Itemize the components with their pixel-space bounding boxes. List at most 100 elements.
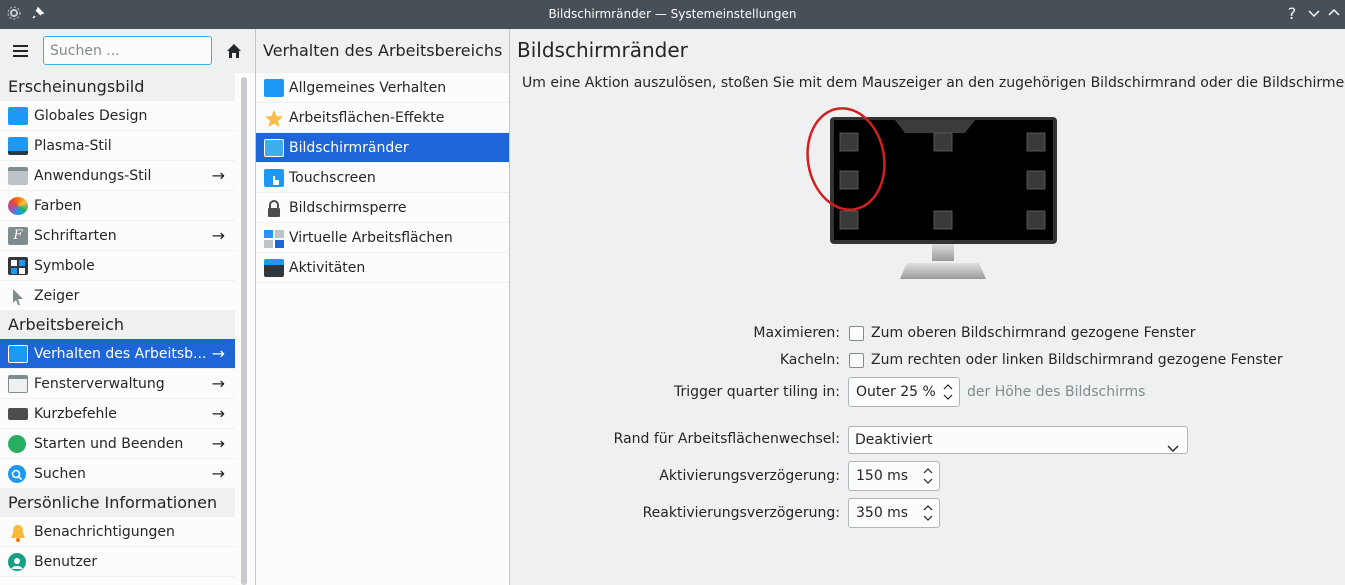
tile-checkbox-label[interactable]: Zum rechten oder linken Bildschirmrand g… bbox=[871, 352, 1283, 368]
monitor-stand-neck bbox=[932, 243, 954, 261]
edge-bottom[interactable] bbox=[933, 210, 953, 230]
screen-edges-monitor-preview bbox=[805, 103, 1065, 293]
sidebar-item-notifications[interactable]: Benachrichtigungen bbox=[0, 517, 235, 547]
sidebar-item-plasma-style[interactable]: Plasma-Stil bbox=[0, 131, 235, 161]
tile-checkbox[interactable] bbox=[849, 353, 864, 368]
general-behavior-icon bbox=[264, 79, 284, 97]
spin-updown-icon[interactable] bbox=[923, 504, 933, 522]
subcategory-panel: Verhalten des Arbeitsbereichs Allgemeine… bbox=[256, 29, 510, 585]
lock-icon bbox=[264, 199, 284, 217]
sidebar-header bbox=[0, 29, 255, 73]
screen-edges-icon bbox=[264, 139, 284, 157]
mid-item-virtual-desktops[interactable]: Virtuelle Arbeitsflächen bbox=[256, 223, 509, 253]
hamburger-menu-icon[interactable] bbox=[13, 45, 28, 57]
sidebar-item-startup-shutdown[interactable]: Starten und Beenden → bbox=[0, 429, 235, 459]
mid-item-general-behavior[interactable]: Allgemeines Verhalten bbox=[256, 73, 509, 103]
desktop-switch-combobox[interactable]: Deaktiviert bbox=[848, 426, 1188, 454]
edge-top[interactable] bbox=[933, 132, 953, 152]
monitor-stand-base bbox=[900, 263, 986, 279]
help-button[interactable]: ? bbox=[1284, 6, 1300, 22]
page-title: Bildschirmränder bbox=[517, 38, 688, 62]
global-theme-icon bbox=[8, 107, 28, 125]
edge-bottom-left[interactable] bbox=[839, 210, 859, 230]
maximize-label: Maximieren: bbox=[753, 325, 840, 341]
sidebar-item-window-management[interactable]: Fensterverwaltung → bbox=[0, 369, 235, 399]
home-icon[interactable] bbox=[226, 43, 242, 59]
spin-updown-icon[interactable] bbox=[923, 467, 933, 485]
keyboard-icon bbox=[8, 408, 28, 420]
tile-label: Kacheln: bbox=[779, 352, 840, 368]
sidebar-item-cursors[interactable]: Zeiger bbox=[0, 281, 235, 311]
edge-bottom-right[interactable] bbox=[1026, 210, 1046, 230]
window-management-icon bbox=[8, 375, 28, 393]
quarter-tiling-spinbox[interactable]: Outer 25 % bbox=[848, 377, 960, 407]
sidebar: Erscheinungsbild Globales Design Plasma-… bbox=[0, 29, 256, 585]
sidebar-group-personal: Persönliche Informationen bbox=[0, 489, 235, 517]
maximize-button[interactable] bbox=[1326, 6, 1342, 22]
sidebar-item-shortcuts[interactable]: Kurzbefehle → bbox=[0, 399, 235, 429]
edge-top-right[interactable] bbox=[1026, 132, 1046, 152]
arrow-right-icon: → bbox=[211, 374, 225, 393]
reactivation-delay-label: Reaktivierungsverzögerung: bbox=[642, 505, 840, 521]
activation-delay-label: Aktivierungsverzögerung: bbox=[659, 468, 840, 484]
colors-icon bbox=[8, 197, 28, 215]
sidebar-list: Erscheinungsbild Globales Design Plasma-… bbox=[0, 73, 235, 577]
sidebar-item-fonts[interactable]: F Schriftarten → bbox=[0, 221, 235, 251]
mid-item-screen-lock[interactable]: Bildschirmsperre bbox=[256, 193, 509, 223]
sidebar-item-icons[interactable]: Symbole bbox=[0, 251, 235, 281]
arrow-right-icon: → bbox=[211, 404, 225, 423]
icons-icon bbox=[8, 257, 28, 275]
edge-top-left[interactable] bbox=[839, 132, 859, 152]
app-style-icon bbox=[8, 167, 28, 185]
activities-icon bbox=[264, 259, 284, 277]
plasma-style-icon bbox=[8, 137, 28, 155]
rocket-icon bbox=[8, 435, 26, 453]
search-icon bbox=[8, 465, 26, 483]
main-content: Bildschirmränder Um eine Aktion auszulös… bbox=[510, 29, 1345, 585]
bell-icon bbox=[8, 523, 28, 542]
subcategory-title: Verhalten des Arbeitsbereichs bbox=[256, 29, 509, 73]
reactivation-delay-spinbox[interactable]: 350 ms bbox=[848, 498, 940, 528]
mid-item-desktop-effects[interactable]: Arbeitsflächen-Effekte bbox=[256, 103, 509, 133]
mid-item-activities[interactable]: Aktivitäten bbox=[256, 253, 509, 283]
minimize-button[interactable] bbox=[1306, 6, 1322, 22]
quarter-tiling-label: Trigger quarter tiling in: bbox=[674, 384, 840, 400]
arrow-right-icon: → bbox=[211, 434, 225, 453]
arrow-right-icon: → bbox=[211, 344, 225, 363]
maximize-checkbox[interactable] bbox=[849, 326, 864, 341]
virtual-desktops-icon bbox=[264, 229, 284, 248]
sidebar-item-global-theme[interactable]: Globales Design bbox=[0, 101, 235, 131]
edge-right[interactable] bbox=[1026, 170, 1046, 190]
quarter-tiling-suffix: der Höhe des Bildschirms bbox=[967, 384, 1146, 400]
sidebar-item-app-style[interactable]: Anwendungs-Stil → bbox=[0, 161, 235, 191]
touchscreen-icon bbox=[264, 169, 284, 187]
sidebar-item-workspace-behavior[interactable]: Verhalten des Arbeitsb... → bbox=[0, 339, 235, 369]
workspace-behavior-icon bbox=[8, 345, 28, 363]
search-input[interactable] bbox=[43, 36, 212, 65]
mid-item-screen-edges[interactable]: Bildschirmränder bbox=[256, 133, 509, 163]
cursor-icon bbox=[8, 287, 28, 305]
sidebar-item-users[interactable]: Benutzer bbox=[0, 547, 235, 577]
window-title: Bildschirmränder — Systemeinstellungen bbox=[548, 7, 797, 21]
chevron-down-icon bbox=[1167, 436, 1179, 462]
window-titlebar: Bildschirmränder — Systemeinstellungen ? bbox=[0, 0, 1345, 29]
spin-updown-icon[interactable] bbox=[943, 383, 953, 401]
user-icon bbox=[8, 553, 26, 571]
sidebar-item-colors[interactable]: Farben bbox=[0, 191, 235, 221]
fonts-icon: F bbox=[8, 227, 28, 245]
mid-item-touchscreen[interactable]: Touchscreen bbox=[256, 163, 509, 193]
sidebar-group-appearance: Erscheinungsbild bbox=[0, 73, 235, 101]
monitor-glare bbox=[895, 120, 975, 133]
arrow-right-icon: → bbox=[211, 464, 225, 483]
sidebar-group-workspace: Arbeitsbereich bbox=[0, 311, 235, 339]
maximize-checkbox-label[interactable]: Zum oberen Bildschirmrand gezogene Fenst… bbox=[871, 325, 1196, 341]
activation-delay-spinbox[interactable]: 150 ms bbox=[848, 461, 940, 491]
arrow-right-icon: → bbox=[211, 226, 225, 245]
edge-left[interactable] bbox=[839, 170, 859, 190]
sidebar-scrollbar[interactable] bbox=[241, 77, 247, 585]
page-description: Um eine Aktion auszulösen, stoßen Sie mi… bbox=[522, 75, 1345, 91]
sidebar-item-search[interactable]: Suchen → bbox=[0, 459, 235, 489]
desktop-switch-label: Rand für Arbeitsflächenwechsel: bbox=[613, 431, 840, 447]
arrow-right-icon: → bbox=[211, 166, 225, 185]
star-icon bbox=[264, 109, 284, 127]
